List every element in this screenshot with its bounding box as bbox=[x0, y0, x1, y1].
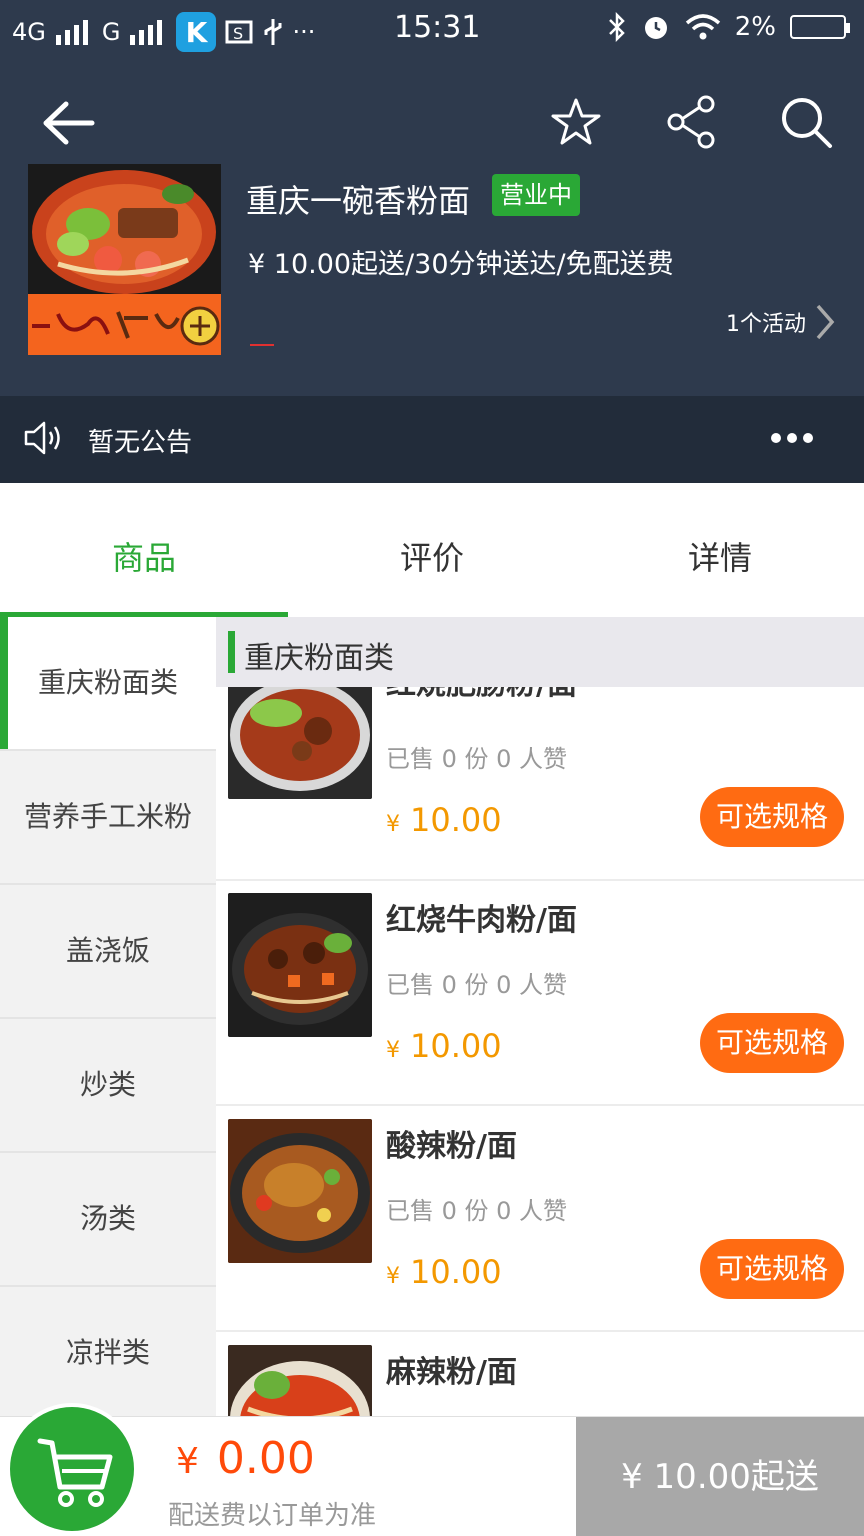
notice-text: 暂无公告 bbox=[88, 428, 193, 458]
product-image bbox=[228, 893, 372, 1037]
list-item[interactable]: 红烧牛肉粉/面 已售 0 份 0 人赞 ¥10.00 可选规格 bbox=[216, 881, 864, 1106]
signal-icon bbox=[55, 20, 88, 45]
chevron-right-icon bbox=[816, 304, 835, 340]
product-name: 红烧牛肉粉/面 bbox=[386, 903, 577, 938]
choose-spec-button[interactable]: 可选规格 bbox=[700, 1239, 844, 1299]
list-item[interactable]: 酸辣粉/面 已售 0 份 0 人赞 ¥10.00 可选规格 bbox=[216, 1107, 864, 1332]
notice-bar[interactable]: 暂无公告 bbox=[0, 396, 864, 483]
status-right: 2% bbox=[607, 12, 850, 42]
price-value: 10.00 bbox=[410, 1253, 502, 1291]
category-sidebar: 重庆粉面类 营养手工米粉 盖浇饭 炒类 汤类 凉拌类 bbox=[0, 617, 216, 1421]
category-item[interactable]: 重庆粉面类 bbox=[0, 617, 216, 751]
section-title: 重庆粉面类 bbox=[244, 641, 394, 676]
shopping-cart-icon bbox=[37, 1438, 113, 1507]
cart-bar: ¥0.00 配送费以订单为准 ¥ 10.00起送 bbox=[0, 1403, 864, 1536]
noodle-bowl-image bbox=[28, 164, 221, 294]
status-left: 4G G K S ··· bbox=[12, 12, 315, 52]
cart-total: ¥0.00 bbox=[176, 1433, 315, 1484]
activity-link[interactable]: 1个活动 bbox=[726, 302, 836, 342]
category-item[interactable]: 凉拌类 bbox=[0, 1287, 216, 1421]
product-name: 酸辣粉/面 bbox=[386, 1129, 517, 1164]
choose-spec-button[interactable]: 可选规格 bbox=[700, 787, 844, 847]
currency-symbol: ¥ bbox=[386, 812, 400, 837]
currency-symbol: ¥ bbox=[386, 1264, 400, 1289]
product-list[interactable]: 重庆粉面类 红烧肥肠粉/面 已售 0 份 0 人赞 ¥10.00 可选规格 bbox=[216, 617, 864, 1417]
app-k-icon: K bbox=[176, 12, 217, 52]
product-stats: 已售 0 份 0 人赞 bbox=[386, 745, 568, 773]
delivery-fee-note: 配送费以订单为准 bbox=[168, 1501, 377, 1531]
tab-reviews[interactable]: 评价 bbox=[288, 483, 576, 617]
currency-symbol: ¥ bbox=[386, 1038, 400, 1063]
star-icon[interactable] bbox=[550, 96, 602, 148]
battery-percent: 2% bbox=[734, 12, 776, 42]
network-label-2: G bbox=[101, 18, 121, 46]
currency-symbol: ¥ bbox=[176, 1441, 199, 1482]
more-dots-icon[interactable] bbox=[770, 432, 814, 444]
category-item[interactable]: 炒类 bbox=[0, 1019, 216, 1153]
list-item[interactable]: 麻辣粉/面 bbox=[216, 1333, 864, 1417]
tab-products[interactable]: 商品 bbox=[0, 483, 288, 617]
section-accent-bar bbox=[228, 631, 235, 673]
category-item[interactable]: 营养手工米粉 bbox=[0, 751, 216, 885]
search-icon[interactable] bbox=[778, 94, 834, 150]
tab-details[interactable]: 详情 bbox=[576, 483, 864, 617]
status-bar: 4G G K S ··· 15:31 2% bbox=[0, 0, 864, 58]
activity-label: 1个活动 bbox=[726, 312, 806, 337]
category-item[interactable]: 盖浇饭 bbox=[0, 885, 216, 1019]
product-image bbox=[228, 1345, 372, 1417]
total-value: 0.00 bbox=[216, 1433, 315, 1484]
price-value: 10.00 bbox=[410, 801, 502, 839]
store-logo-image bbox=[28, 164, 221, 355]
product-name: 麻辣粉/面 bbox=[386, 1355, 517, 1390]
share-icon[interactable] bbox=[664, 94, 718, 150]
signal-icon bbox=[130, 20, 163, 45]
category-item[interactable]: 汤类 bbox=[0, 1153, 216, 1287]
back-arrow-icon[interactable] bbox=[40, 98, 96, 148]
clock: 15:31 bbox=[394, 10, 481, 45]
store-name: 重庆一碗香粉面 bbox=[246, 182, 471, 220]
more-status-icon: ··· bbox=[292, 18, 316, 46]
product-price: ¥10.00 bbox=[386, 1253, 502, 1291]
price-value: 10.00 bbox=[410, 1027, 502, 1065]
speaker-icon bbox=[24, 421, 60, 455]
delivery-info: ¥ 10.00起送/30分钟送达/免配送费 bbox=[248, 249, 674, 280]
section-header: 重庆粉面类 bbox=[216, 617, 864, 687]
store-header: 重庆一碗香粉面 营业中 ¥ 10.00起送/30分钟送达/免配送费 1个活动 bbox=[0, 58, 864, 396]
screenshot-icon: S bbox=[225, 20, 253, 44]
list-item[interactable]: 红烧肥肠粉/面 已售 0 份 0 人赞 ¥10.00 可选规格 bbox=[216, 655, 864, 881]
wifi-icon bbox=[685, 14, 720, 40]
checkout-button[interactable]: ¥ 10.00起送 bbox=[576, 1417, 864, 1536]
store-brand-logo bbox=[28, 294, 221, 355]
product-price: ¥10.00 bbox=[386, 801, 502, 839]
status-badge: 营业中 bbox=[492, 174, 580, 216]
product-stats: 已售 0 份 0 人赞 bbox=[386, 971, 568, 999]
product-price: ¥10.00 bbox=[386, 1027, 502, 1065]
cart-button[interactable] bbox=[6, 1403, 138, 1535]
usb-icon bbox=[264, 19, 282, 45]
svg-text:S: S bbox=[233, 24, 243, 43]
battery-icon bbox=[790, 15, 850, 39]
network-label: 4G bbox=[12, 18, 46, 46]
product-stats: 已售 0 份 0 人赞 bbox=[386, 1197, 568, 1225]
bluetooth-icon bbox=[608, 12, 625, 42]
choose-spec-button[interactable]: 可选规格 bbox=[700, 1013, 844, 1073]
tab-bar: 商品 评价 详情 bbox=[0, 483, 864, 617]
red-indicator bbox=[250, 344, 274, 346]
alarm-icon bbox=[644, 17, 667, 39]
product-image bbox=[228, 1119, 372, 1263]
